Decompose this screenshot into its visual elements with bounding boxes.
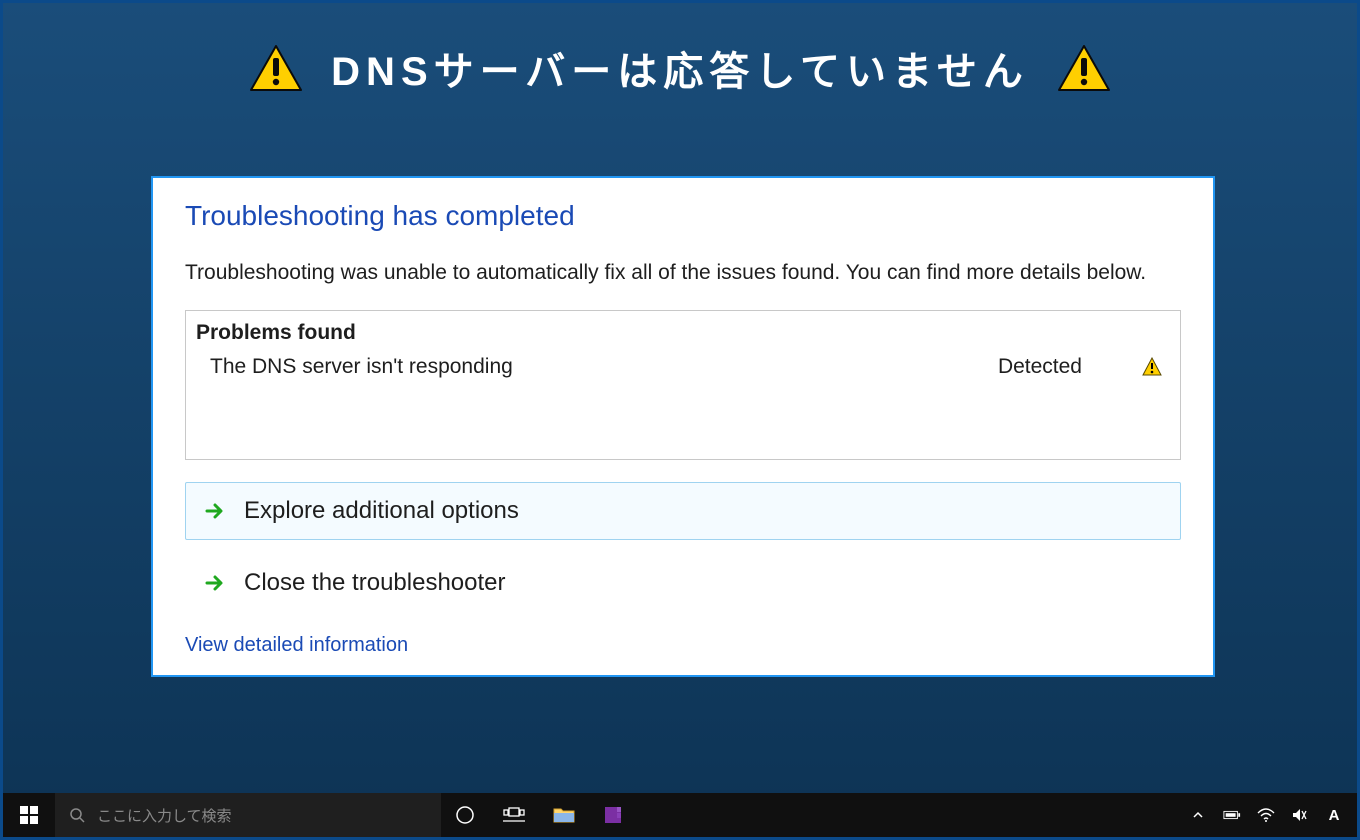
task-view-button[interactable]: [489, 793, 539, 837]
file-explorer-button[interactable]: [539, 793, 589, 837]
problem-row[interactable]: The DNS server isn't responding Detected: [196, 355, 1162, 379]
warning-icon: [1057, 44, 1111, 92]
dialog-description: Troubleshooting was unable to automatica…: [185, 258, 1181, 288]
arrow-right-icon: [204, 500, 226, 522]
problem-text: The DNS server isn't responding: [210, 355, 998, 379]
banner-title: DNSサーバーは応答していません: [331, 39, 1029, 97]
cortana-button[interactable]: [441, 793, 489, 837]
start-button[interactable]: [3, 793, 55, 837]
network-icon[interactable]: [1257, 806, 1275, 824]
volume-icon[interactable]: [1291, 806, 1309, 824]
dialog-title: Troubleshooting has completed: [185, 200, 1181, 232]
arrow-right-icon: [204, 572, 226, 594]
taskbar-search-input[interactable]: ここに入力して検索: [55, 793, 441, 837]
warning-icon: [249, 44, 303, 92]
option-label: Close the troubleshooter: [244, 569, 506, 597]
problems-found-header: Problems found: [196, 321, 1162, 345]
option-label: Explore additional options: [244, 497, 519, 525]
search-icon: [69, 807, 85, 823]
search-placeholder: ここに入力して検索: [97, 805, 232, 826]
battery-icon[interactable]: [1223, 806, 1241, 824]
page-banner: DNSサーバーは応答していません: [3, 3, 1357, 107]
troubleshoot-dialog: Troubleshooting has completed Troublesho…: [151, 176, 1215, 677]
onenote-button[interactable]: [589, 793, 637, 837]
problem-status: Detected: [998, 355, 1082, 379]
taskbar: ここに入力して検索: [3, 793, 1357, 837]
problems-found-box: Problems found The DNS server isn't resp…: [185, 310, 1181, 460]
close-troubleshooter-button[interactable]: Close the troubleshooter: [185, 554, 1181, 612]
ime-indicator[interactable]: A: [1325, 806, 1343, 824]
tray-chevron-up-icon[interactable]: [1189, 806, 1207, 824]
view-detailed-information-link[interactable]: View detailed information: [185, 634, 408, 657]
explore-additional-options-button[interactable]: Explore additional options: [185, 482, 1181, 540]
warning-icon: [1142, 357, 1162, 377]
system-tray: A: [1175, 793, 1357, 837]
